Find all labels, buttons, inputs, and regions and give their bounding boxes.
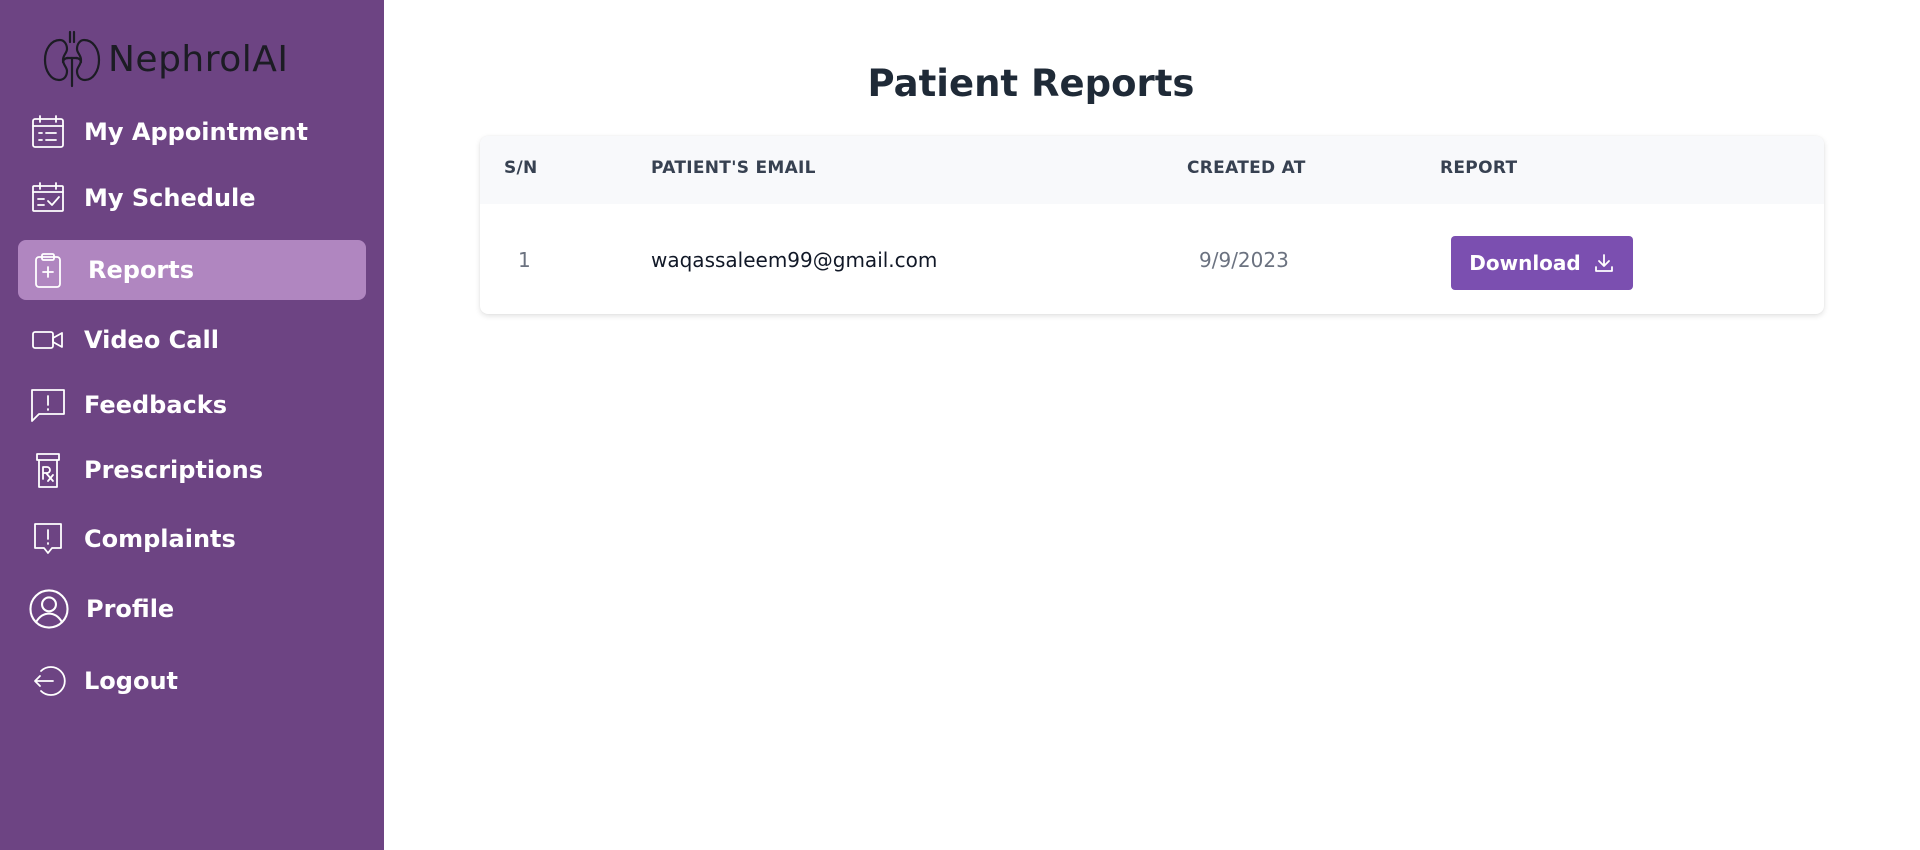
sidebar-item-my-schedule[interactable]: My Schedule: [18, 168, 366, 228]
row-email: waqassaleem99@gmail.com: [651, 248, 938, 272]
sidebar-item-label: Prescriptions: [84, 456, 264, 484]
column-header-created-at: CREATED AT: [1187, 158, 1306, 178]
row-sn: 1: [518, 248, 531, 272]
download-button-label: Download: [1469, 251, 1581, 275]
sidebar-item-label: Profile: [86, 595, 175, 623]
sidebar-item-my-appointment[interactable]: My Appointment: [18, 102, 366, 162]
sidebar-item-label: Feedbacks: [84, 391, 228, 419]
download-button[interactable]: Download: [1451, 236, 1633, 290]
column-header-report: REPORT: [1440, 158, 1518, 178]
column-header-email: PATIENT'S EMAIL: [651, 158, 816, 178]
sidebar-item-profile[interactable]: Profile: [18, 579, 366, 639]
app-logo[interactable]: NephrolAI: [40, 28, 289, 90]
sidebar-item-reports[interactable]: Reports: [18, 240, 366, 300]
logout-icon: [28, 661, 68, 701]
row-created-at: 9/9/2023: [1199, 248, 1289, 272]
table-header: S/N PATIENT'S EMAIL CREATED AT REPORT: [480, 136, 1824, 204]
rx-bottle-icon: [28, 450, 68, 490]
sidebar-item-label: Complaints: [84, 525, 236, 553]
calendar-check-icon: [28, 178, 68, 218]
sidebar: NephrolAI My Appointment My Schedule Rep…: [0, 0, 384, 850]
user-circle-icon: [26, 586, 72, 632]
sidebar-item-label: My Appointment: [84, 118, 308, 146]
sidebar-item-prescriptions[interactable]: Prescriptions: [18, 440, 366, 500]
sidebar-item-label: Video Call: [84, 326, 219, 354]
sidebar-item-complaints[interactable]: Complaints: [18, 509, 366, 569]
video-icon: [28, 320, 68, 360]
calendar-icon: [28, 112, 68, 152]
clipboard-plus-icon: [28, 250, 68, 290]
alert-bubble-icon: [28, 519, 68, 559]
reports-table: S/N PATIENT'S EMAIL CREATED AT REPORT 1 …: [480, 136, 1824, 314]
sidebar-item-video-call[interactable]: Video Call: [18, 310, 366, 370]
column-header-sn: S/N: [504, 158, 538, 178]
download-icon: [1594, 254, 1613, 272]
sidebar-item-label: My Schedule: [84, 184, 256, 212]
message-alert-icon: [28, 385, 68, 425]
sidebar-item-logout[interactable]: Logout: [18, 651, 366, 711]
page-title: Patient Reports: [867, 62, 1195, 105]
sidebar-item-label: Logout: [84, 667, 179, 695]
sidebar-item-feedbacks[interactable]: Feedbacks: [18, 375, 366, 435]
logo-text: NephrolAI: [108, 38, 289, 80]
sidebar-item-label: Reports: [88, 256, 195, 284]
kidney-logo-icon: [43, 30, 101, 88]
